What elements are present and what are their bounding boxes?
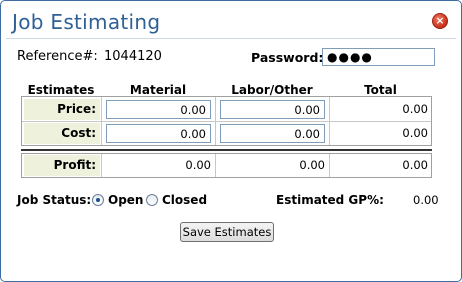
price-labor-input[interactable]: 0.00 <box>220 100 325 119</box>
password-field[interactable]: ●●●● <box>322 48 435 66</box>
column-header-total: Total <box>364 83 397 97</box>
profit-grid: Profit: 0.00 0.00 0.00 <box>21 153 432 178</box>
close-icon[interactable]: × <box>432 13 448 29</box>
job-estimating-dialog: Job Estimating × Reference#: 1044120 Pas… <box>0 0 462 282</box>
title-divider <box>6 38 456 39</box>
reference-label: Reference#: <box>17 49 98 64</box>
estimated-gp-value: 0.00 <box>413 193 439 207</box>
status-closed-label[interactable]: Closed <box>162 193 207 207</box>
profit-row-label: Profit: <box>24 155 100 176</box>
status-open-radio[interactable] <box>92 194 104 206</box>
column-divider <box>101 97 102 145</box>
column-header-labor: Labor/Other <box>231 83 313 97</box>
job-status-label: Job Status: <box>17 193 92 207</box>
column-header-estimates: Estimates <box>27 83 95 97</box>
password-label: Password: <box>251 50 324 65</box>
save-estimates-button[interactable]: Save Estimates <box>180 222 274 242</box>
price-material-input[interactable]: 0.00 <box>106 100 211 119</box>
profit-total: 0.00 <box>402 158 428 172</box>
status-open-label[interactable]: Open <box>108 193 143 207</box>
price-total: 0.00 <box>402 102 428 116</box>
cost-material-input[interactable]: 0.00 <box>106 124 211 143</box>
column-divider <box>215 97 216 145</box>
row-divider <box>22 121 431 122</box>
profit-labor: 0.00 <box>299 158 325 172</box>
estimates-grid: Price: 0.00 0.00 0.00 Cost: 0.00 0.00 0.… <box>21 96 432 146</box>
column-header-material: Material <box>129 83 187 97</box>
profit-material: 0.00 <box>185 158 211 172</box>
cost-row-label: Cost: <box>24 123 100 144</box>
profit-separator <box>21 149 432 151</box>
estimated-gp-label: Estimated GP%: <box>276 193 384 207</box>
dialog-title: Job Estimating <box>12 10 161 34</box>
reference-value: 1044120 <box>104 49 162 64</box>
cost-labor-input[interactable]: 0.00 <box>220 124 325 143</box>
cost-total: 0.00 <box>402 126 428 140</box>
price-row-label: Price: <box>24 99 100 120</box>
status-closed-radio[interactable] <box>146 194 158 206</box>
